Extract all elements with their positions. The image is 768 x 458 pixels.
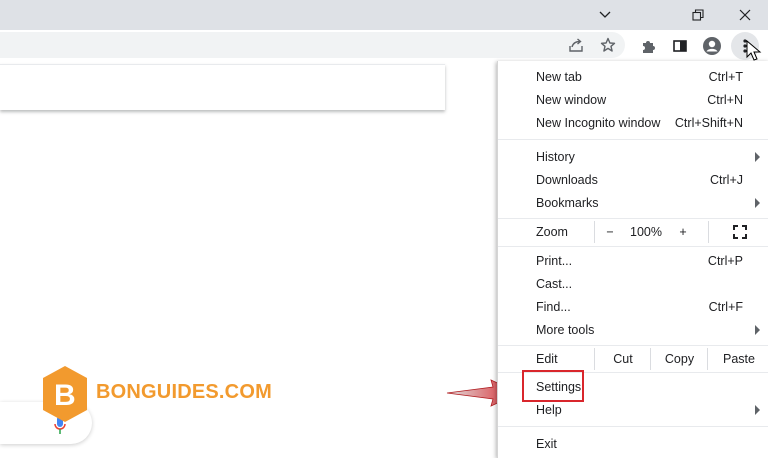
menu-separator bbox=[498, 139, 768, 140]
paste-button[interactable]: Paste bbox=[707, 348, 768, 370]
shortcut-label: Ctrl+P bbox=[707, 254, 743, 268]
menu-item-print[interactable]: Print... Ctrl+P bbox=[498, 250, 768, 272]
menu-item-label: History bbox=[536, 150, 575, 164]
chrome-main-menu: New tab Ctrl+T New window Ctrl+N New Inc… bbox=[497, 61, 768, 458]
menu-item-new-tab[interactable]: New tab Ctrl+T bbox=[498, 66, 768, 88]
menu-item-label: More tools bbox=[536, 323, 595, 337]
menu-item-exit[interactable]: Exit bbox=[498, 433, 768, 455]
cut-label: Cut bbox=[613, 352, 633, 366]
browser-toolbar bbox=[0, 30, 768, 61]
submenu-arrow-icon bbox=[755, 405, 760, 415]
bookmark-star-button[interactable] bbox=[594, 31, 622, 59]
menu-item-label: Find... bbox=[536, 300, 571, 314]
menu-item-label: Exit bbox=[536, 437, 557, 451]
zoom-out-button[interactable]: − bbox=[594, 221, 625, 243]
menu-item-label: Downloads bbox=[536, 173, 598, 187]
zoom-label: Zoom bbox=[536, 225, 568, 239]
shortcut-label: Ctrl+F bbox=[708, 300, 743, 314]
watermark: B BONGUIDES.COM bbox=[40, 364, 272, 424]
search-box-card[interactable] bbox=[0, 64, 445, 110]
close-window-button[interactable] bbox=[722, 0, 768, 30]
tab-search-button[interactable] bbox=[582, 0, 628, 30]
cut-button[interactable]: Cut bbox=[594, 348, 651, 370]
star-icon bbox=[600, 37, 616, 52]
logo-letter: B bbox=[54, 379, 76, 412]
menu-item-label: Help bbox=[536, 403, 562, 417]
copy-button[interactable]: Copy bbox=[650, 348, 708, 370]
restore-button[interactable] bbox=[675, 0, 721, 30]
edit-row: Edit Cut Copy Paste bbox=[498, 348, 768, 370]
fullscreen-icon bbox=[732, 225, 747, 239]
menu-item-label: New Incognito window bbox=[536, 116, 661, 130]
mouse-cursor-icon bbox=[746, 40, 762, 61]
share-button[interactable] bbox=[562, 31, 590, 59]
watermark-text: BONGUIDES.COM bbox=[96, 381, 272, 403]
menu-item-help[interactable]: Help bbox=[498, 399, 768, 421]
menu-item-bookmarks[interactable]: Bookmarks bbox=[498, 192, 768, 214]
menu-item-find[interactable]: Find... Ctrl+F bbox=[498, 296, 768, 318]
share-icon bbox=[569, 38, 583, 52]
menu-item-cast[interactable]: Cast... bbox=[498, 273, 768, 295]
shortcut-label: Ctrl+N bbox=[707, 93, 743, 107]
zoom-in-button[interactable]: + bbox=[668, 221, 698, 243]
side-panel-icon bbox=[673, 40, 687, 52]
menu-separator bbox=[498, 345, 768, 346]
submenu-arrow-icon bbox=[755, 152, 760, 162]
chevron-down-icon bbox=[599, 11, 611, 18]
settings-highlight-box bbox=[522, 370, 584, 402]
menu-item-new-window[interactable]: New window Ctrl+N bbox=[498, 89, 768, 111]
extensions-button[interactable] bbox=[634, 32, 662, 60]
menu-item-more-tools[interactable]: More tools bbox=[498, 319, 768, 341]
side-panel-button[interactable] bbox=[666, 32, 694, 60]
menu-separator bbox=[498, 218, 768, 219]
logo-hexagon-icon: B bbox=[43, 366, 87, 422]
menu-item-label: Print... bbox=[536, 254, 573, 268]
title-bar bbox=[0, 0, 768, 30]
copy-label: Copy bbox=[664, 352, 695, 366]
menu-item-label: New tab bbox=[536, 70, 582, 84]
paste-label: Paste bbox=[723, 352, 755, 366]
shortcut-label: Ctrl+J bbox=[710, 173, 743, 187]
submenu-arrow-icon bbox=[755, 325, 760, 335]
zoom-minus-label: − bbox=[606, 225, 614, 239]
fullscreen-button[interactable] bbox=[708, 221, 768, 243]
restore-icon bbox=[692, 9, 704, 21]
submenu-arrow-icon bbox=[755, 198, 760, 208]
menu-item-new-incognito-window[interactable]: New Incognito window Ctrl+Shift+N bbox=[498, 112, 768, 134]
menu-separator bbox=[498, 426, 768, 427]
zoom-level: 100% bbox=[625, 221, 667, 243]
menu-item-label: Bookmarks bbox=[536, 196, 599, 210]
shortcut-label: Ctrl+Shift+N bbox=[674, 116, 743, 130]
puzzle-icon bbox=[643, 41, 655, 53]
profile-button[interactable] bbox=[698, 32, 726, 60]
close-icon bbox=[739, 9, 751, 21]
menu-item-label: Cast... bbox=[536, 277, 573, 291]
zoom-plus-label: + bbox=[679, 225, 687, 239]
avatar-icon bbox=[703, 37, 721, 55]
address-bar[interactable] bbox=[0, 32, 625, 58]
edit-label: Edit bbox=[536, 352, 558, 366]
menu-item-label: New window bbox=[536, 93, 607, 107]
shortcut-label: Ctrl+T bbox=[708, 70, 743, 84]
menu-item-history[interactable]: History bbox=[498, 146, 768, 168]
menu-separator bbox=[498, 246, 768, 247]
zoom-row: Zoom − 100% + bbox=[498, 221, 768, 243]
zoom-value: 100% bbox=[630, 225, 662, 239]
menu-item-downloads[interactable]: Downloads Ctrl+J bbox=[498, 169, 768, 191]
